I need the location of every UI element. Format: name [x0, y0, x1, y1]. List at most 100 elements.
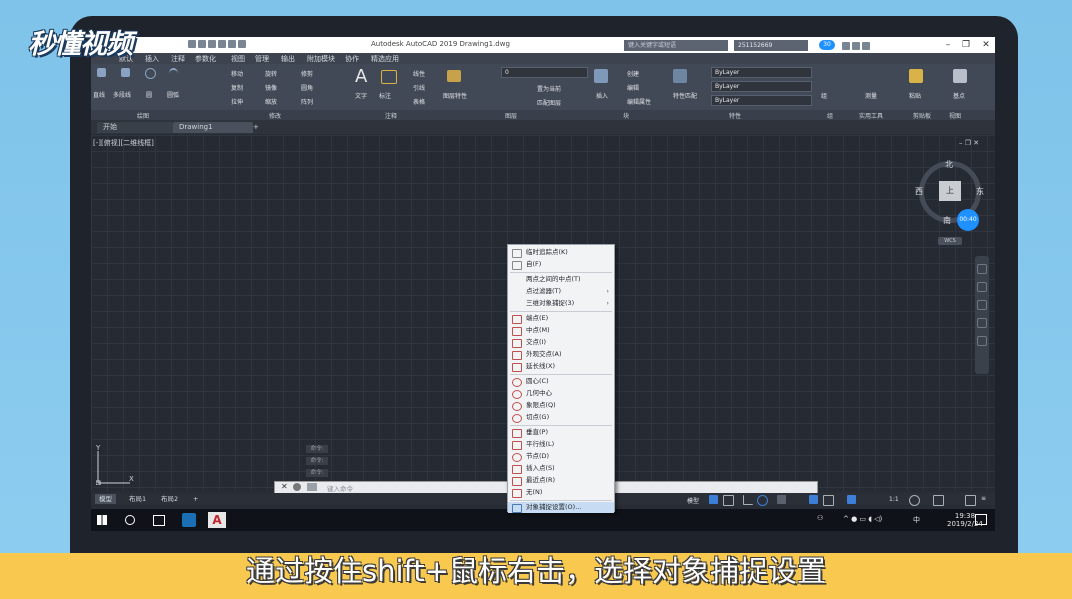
panel-groups[interactable]: 组: [827, 111, 833, 120]
context-menu-item[interactable]: 切点(G): [508, 412, 614, 423]
maximize-icon[interactable]: ❐: [957, 37, 975, 53]
tab-drawing1[interactable]: Drawing1: [173, 122, 253, 133]
viewport-window-controls[interactable]: – ❐ ✕: [959, 139, 979, 147]
tab-output[interactable]: 输出: [281, 54, 295, 64]
tool-text[interactable]: 文字: [355, 91, 367, 100]
tool-table[interactable]: 表格: [413, 97, 425, 106]
tool-measure[interactable]: 测量: [865, 91, 877, 100]
panel-utilities[interactable]: 实用工具: [859, 111, 883, 120]
tab-collaborate[interactable]: 协作: [345, 54, 359, 64]
panel-view[interactable]: 视图: [949, 111, 961, 120]
minimize-icon[interactable]: –: [939, 37, 957, 53]
app-icon[interactable]: [182, 513, 196, 527]
context-menu-item[interactable]: 几何中心: [508, 388, 614, 399]
insert-block-icon[interactable]: [594, 69, 608, 83]
help-icons[interactable]: [841, 40, 891, 50]
close-icon[interactable]: ✕: [977, 37, 995, 53]
cart-icon[interactable]: [842, 42, 850, 50]
dimension-icon[interactable]: [381, 70, 397, 84]
open-file-icon[interactable]: [198, 40, 206, 48]
context-menu-item[interactable]: 最近点(R): [508, 475, 614, 486]
tool-edit[interactable]: 编辑: [627, 83, 639, 92]
base-point-icon[interactable]: [953, 69, 967, 83]
search-input[interactable]: 键入关键字或短语: [624, 40, 728, 51]
tool-match-properties[interactable]: 特性匹配: [673, 91, 697, 100]
panel-layers[interactable]: 图层: [505, 111, 517, 120]
layer-dropdown[interactable]: 0: [501, 67, 588, 78]
windows-start-icon[interactable]: [97, 515, 107, 525]
search-icon[interactable]: [125, 515, 135, 525]
layer-properties-icon[interactable]: [447, 70, 461, 82]
plus-icon[interactable]: [933, 495, 944, 506]
context-menu-item[interactable]: 延长线(X): [508, 361, 614, 372]
tool-dimension[interactable]: 标注: [379, 91, 391, 100]
text-icon[interactable]: A: [355, 66, 367, 87]
panel-modify[interactable]: 修改: [269, 111, 281, 120]
tool-group[interactable]: 组: [821, 91, 827, 100]
tool-rotate[interactable]: 旋转: [265, 69, 277, 78]
new-tab-icon[interactable]: +: [251, 122, 263, 133]
annotation-scale-icon[interactable]: [847, 495, 856, 504]
people-icon[interactable]: ⚇: [817, 514, 827, 524]
new-file-icon[interactable]: [188, 40, 196, 48]
compass-west[interactable]: 西: [915, 186, 923, 197]
tool-insert[interactable]: 插入: [596, 91, 608, 100]
context-menu-item[interactable]: 插入点(S): [508, 463, 614, 474]
grid-icon[interactable]: [709, 495, 718, 504]
tool-edit-attributes[interactable]: 编辑属性: [627, 97, 651, 106]
viewport-controls[interactable]: [-][俯视][二维线框]: [93, 138, 154, 148]
autocad-taskbar-icon[interactable]: A: [208, 512, 226, 528]
tool-paste[interactable]: 粘贴: [909, 91, 921, 100]
ime-indicator[interactable]: 中: [913, 515, 920, 525]
circle-icon[interactable]: [145, 68, 156, 79]
wcs-menu[interactable]: WCS: [938, 237, 962, 245]
match-properties-icon[interactable]: [673, 69, 687, 83]
ortho-icon[interactable]: [743, 495, 753, 505]
tab-layout2[interactable]: 布局2: [157, 494, 182, 504]
tab-annotate[interactable]: 注释: [171, 54, 185, 64]
polyline-icon[interactable]: [121, 68, 130, 77]
steeringwheel-icon[interactable]: [977, 264, 987, 274]
share-icon[interactable]: [238, 40, 246, 48]
tab-view[interactable]: 视图: [231, 54, 245, 64]
navigation-bar[interactable]: [975, 256, 989, 374]
snap-icon[interactable]: [723, 495, 734, 506]
tool-stretch[interactable]: 拉伸: [231, 97, 243, 106]
tab-start[interactable]: 开始: [97, 122, 173, 133]
context-menu-item[interactable]: 外观交点(A): [508, 349, 614, 360]
pan-icon[interactable]: [977, 282, 987, 292]
tool-polyline[interactable]: 多段线: [113, 90, 131, 99]
panel-block[interactable]: 块: [623, 111, 629, 120]
polar-icon[interactable]: [757, 495, 768, 506]
redo-icon[interactable]: [228, 40, 236, 48]
tool-leader[interactable]: 引线: [413, 83, 425, 92]
help-icon[interactable]: [862, 42, 870, 50]
fullscreen-icon[interactable]: [965, 495, 976, 506]
user-account[interactable]: 251152669: [734, 40, 808, 51]
lineweight-dropdown[interactable]: ByLayer: [711, 95, 812, 106]
tool-layer-properties[interactable]: 图层特性: [443, 91, 467, 100]
context-menu-item[interactable]: 临时追踪点(K): [508, 247, 614, 258]
linetype-dropdown[interactable]: ByLayer: [711, 81, 812, 92]
exchange-icon[interactable]: [852, 42, 860, 50]
compass-east[interactable]: 东: [976, 186, 984, 197]
tool-scale[interactable]: 缩放: [265, 97, 277, 106]
tab-manage[interactable]: 管理: [255, 54, 269, 64]
tab-addins[interactable]: 附加模块: [307, 54, 335, 64]
panel-clipboard[interactable]: 剪贴板: [913, 111, 931, 120]
notification-badge[interactable]: 30: [819, 40, 835, 50]
tool-circle[interactable]: 圆: [146, 90, 152, 99]
context-menu-item[interactable]: 交点(I): [508, 337, 614, 348]
model-space-button[interactable]: 模型: [687, 496, 699, 505]
osnap-tracking-icon[interactable]: [777, 495, 786, 504]
context-menu-item[interactable]: 点过滤器(T) ›: [508, 286, 614, 297]
tool-copy[interactable]: 复制: [231, 83, 243, 92]
tool-array[interactable]: 阵列: [301, 97, 313, 106]
color-dropdown[interactable]: ByLayer: [711, 67, 812, 78]
transparency-icon[interactable]: [823, 495, 834, 506]
tab-featured-apps[interactable]: 精选应用: [371, 54, 399, 64]
context-menu-item[interactable]: 对象捕捉设置(O)...: [508, 502, 614, 513]
tool-fillet[interactable]: 圆角: [301, 83, 313, 92]
compass-south[interactable]: 南: [943, 215, 951, 226]
tab-parametric[interactable]: 参数化: [195, 54, 216, 64]
